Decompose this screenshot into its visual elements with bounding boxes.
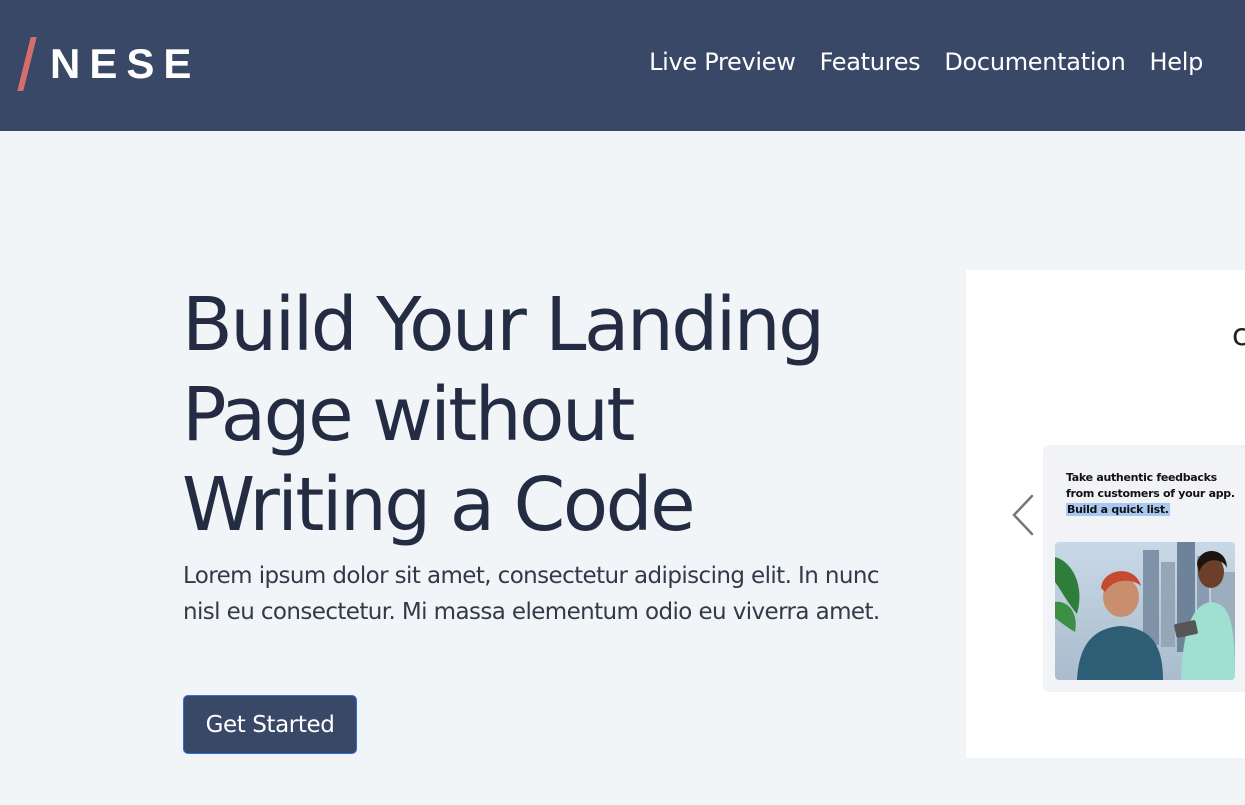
nav-features[interactable]: Features [820,48,921,76]
nav-live-preview[interactable]: Live Preview [649,48,796,76]
people-photo [1055,542,1235,680]
nav-help[interactable]: Help [1149,48,1203,76]
navbar: NESE Live Preview Features Documentation… [0,0,1245,131]
logo-text: NESE [50,40,201,87]
hero-description: Lorem ipsum dolor sit amet, consectetur … [183,563,880,625]
nav-links: Live Preview Features Documentation Help [649,48,1203,76]
hero-title-line-3: Writing a Code [182,462,696,548]
get-started-button[interactable]: Get Started [183,695,357,754]
hero-title-line-2: Page without [182,372,635,458]
card-text: Take authentic feedbacks from customers … [1066,470,1245,518]
chevron-left-icon[interactable] [1010,492,1038,538]
clipped-heading-glyph: c [1232,318,1245,353]
card-highlight: Build a quick list. [1066,503,1170,516]
hero-title: Build Your Landing Page without Writing … [182,280,882,550]
preview-card: Take authentic feedbacks from customers … [1043,445,1245,692]
nav-documentation[interactable]: Documentation [944,48,1125,76]
preview-carousel: c Take authentic feedbacks from customer… [966,270,1245,758]
card-text-body: Take authentic feedbacks from customers … [1066,471,1235,500]
hero-title-line-1: Build Your Landing [182,282,825,368]
logo[interactable]: NESE [17,36,201,92]
logo-slash-icon [17,37,37,91]
